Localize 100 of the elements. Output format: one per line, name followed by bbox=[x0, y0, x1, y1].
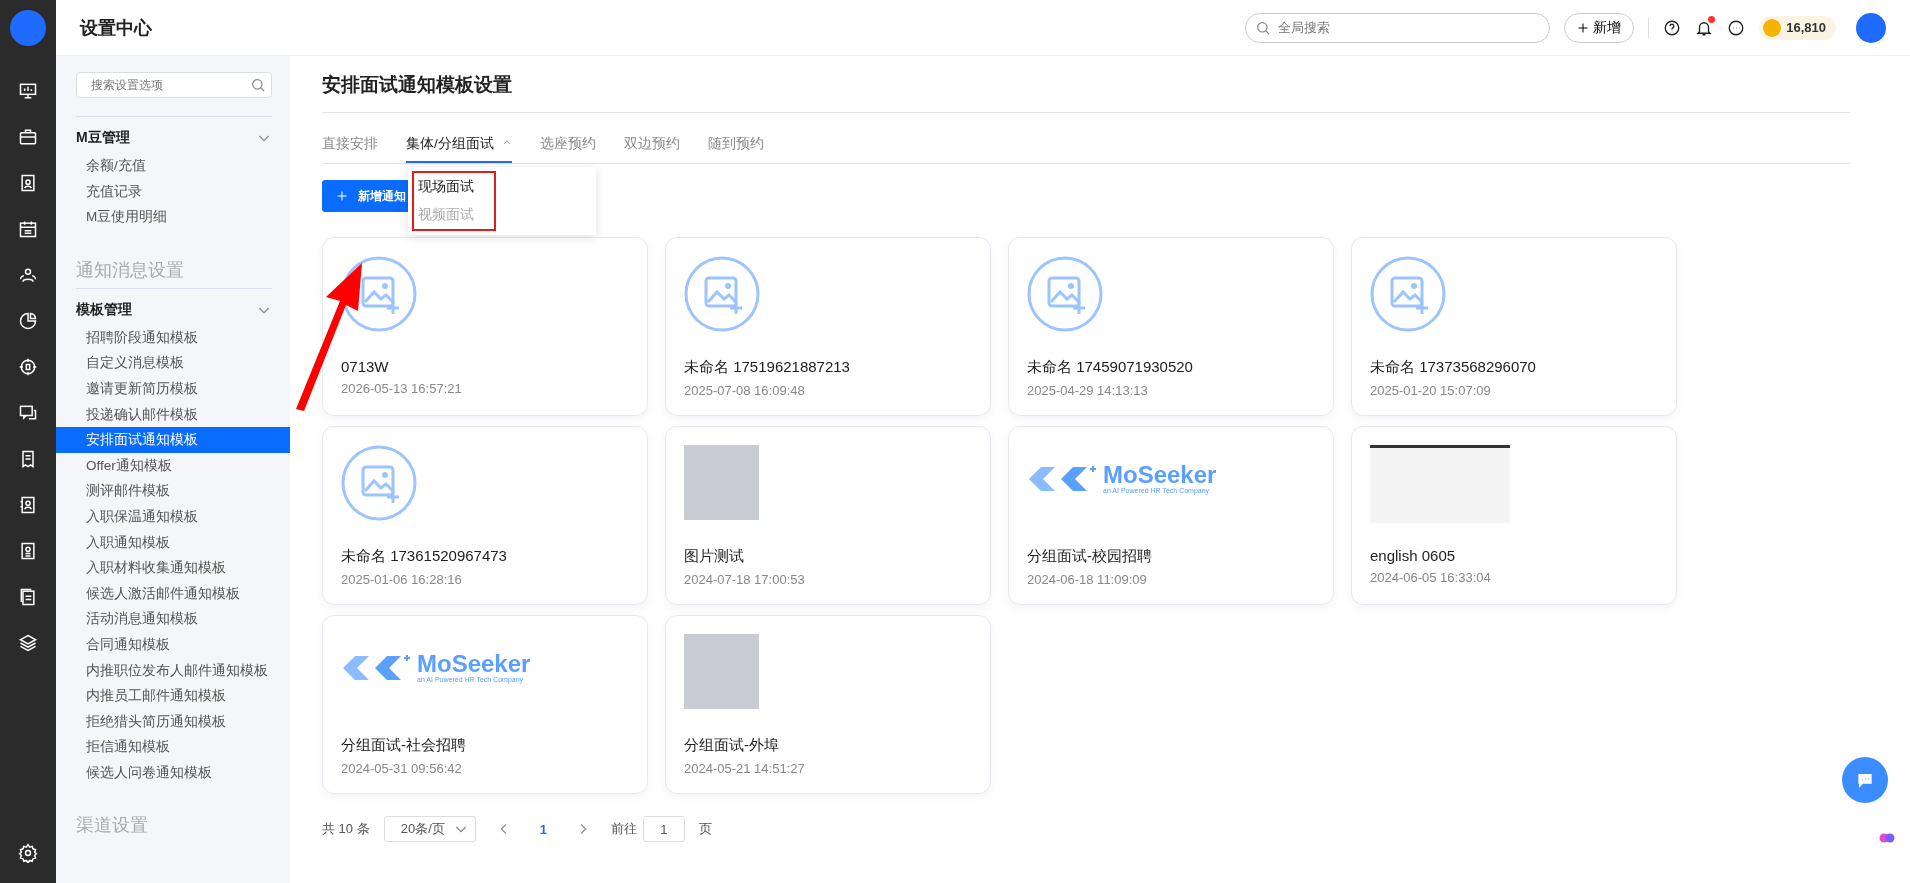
page-size-select[interactable]: 20条/页 bbox=[383, 816, 476, 842]
section-heading: 通知消息设置 bbox=[76, 258, 185, 282]
app-title: 设置中心 bbox=[80, 16, 152, 40]
chat-bubble-icon bbox=[1856, 771, 1874, 789]
more-icon[interactable] bbox=[1727, 18, 1746, 37]
template-date: 2026-05-13 16:57:21 bbox=[341, 381, 463, 396]
sidebar-item[interactable]: 合同通知模板 bbox=[56, 631, 290, 658]
contact-card-icon[interactable] bbox=[18, 495, 38, 515]
sidebar-item[interactable]: 入职通知模板 bbox=[56, 529, 290, 556]
avatar[interactable] bbox=[1856, 12, 1886, 43]
sidebar-item[interactable]: M豆使用明细 bbox=[56, 204, 290, 230]
sidebar-item[interactable]: 内推员工邮件通知模板 bbox=[56, 683, 290, 709]
image-placeholder-icon bbox=[341, 256, 417, 332]
briefcase-icon[interactable] bbox=[18, 127, 38, 147]
template-card[interactable]: english 0605 2024-06-05 16:33:04 bbox=[1351, 426, 1677, 605]
sidebar-item[interactable]: 安排面试通知模板 bbox=[56, 427, 290, 453]
page-number[interactable]: 1 bbox=[531, 821, 555, 837]
logo-text: MoSeeker bbox=[1103, 463, 1217, 487]
logo-text: MoSeeker bbox=[417, 652, 531, 676]
template-name: 未命名 17373568296070 bbox=[1370, 358, 1537, 377]
logo-mark-icon bbox=[1027, 463, 1097, 494]
goto-label: 前往 bbox=[610, 820, 637, 838]
image-placeholder-icon bbox=[1370, 256, 1446, 332]
tab[interactable]: 集体/分组面试 bbox=[406, 129, 512, 163]
total-count: 共 10 条 bbox=[322, 820, 370, 838]
sidebar-item[interactable]: 入职材料收集通知模板 bbox=[56, 555, 290, 581]
template-name: 未命名 17519621887213 bbox=[684, 358, 851, 377]
group-title: M豆管理 bbox=[76, 129, 130, 147]
person-document-icon[interactable] bbox=[18, 173, 38, 193]
document-icon[interactable] bbox=[18, 587, 38, 607]
logo-mark-icon bbox=[341, 652, 411, 683]
template-card[interactable]: 未命名 17459071930520 2025-04-29 14:13:13 bbox=[1008, 237, 1334, 416]
plus-icon bbox=[336, 190, 348, 202]
template-name: 分组面试-外埠 bbox=[684, 736, 780, 755]
template-name: 未命名 17459071930520 bbox=[1027, 358, 1194, 377]
section-heading: 渠道设置 bbox=[76, 814, 149, 838]
help-icon[interactable] bbox=[1663, 18, 1682, 37]
plus-icon bbox=[1577, 21, 1590, 34]
template-card[interactable]: 未命名 17519621887213 2025-07-08 16:09:48 bbox=[665, 237, 991, 416]
target-icon[interactable] bbox=[18, 357, 38, 377]
tab[interactable]: 选座预约 bbox=[539, 129, 596, 163]
template-card[interactable]: 0713W 2026-05-13 16:57:21 bbox=[322, 237, 648, 416]
sidebar-item[interactable]: 自定义消息模板 bbox=[56, 350, 290, 376]
sidebar-item[interactable]: 入职保温通知模板 bbox=[56, 503, 290, 530]
image-placeholder-icon bbox=[684, 256, 760, 332]
template-name: 未命名 17361520967473 bbox=[341, 547, 508, 566]
tab[interactable]: 双边预约 bbox=[623, 129, 680, 163]
calendar-icon[interactable] bbox=[18, 219, 38, 239]
template-name: 0713W bbox=[341, 358, 390, 375]
id-badge-icon[interactable] bbox=[18, 541, 38, 561]
layers-icon[interactable] bbox=[18, 633, 38, 653]
template-name: 分组面试-校园招聘 bbox=[1027, 547, 1153, 566]
template-date: 2025-01-20 15:07:09 bbox=[1370, 383, 1492, 398]
sidebar-item[interactable]: 余额/充值 bbox=[56, 153, 290, 179]
template-date: 2025-04-29 14:13:13 bbox=[1027, 383, 1149, 398]
template-card[interactable]: 图片测试 2024-07-18 17:00:53 bbox=[665, 426, 991, 605]
sidebar-item[interactable]: 候选人激活邮件通知模板 bbox=[56, 580, 290, 607]
template-card[interactable]: 未命名 17373568296070 2025-01-20 15:07:09 bbox=[1351, 237, 1677, 416]
new-button[interactable]: 新增 bbox=[1564, 12, 1635, 43]
sidebar-item[interactable]: 拒信通知模板 bbox=[56, 734, 290, 760]
sidebar-item[interactable]: 内推职位发布人邮件通知模板 bbox=[56, 657, 290, 684]
template-date: 2025-01-06 16:28:16 bbox=[341, 572, 463, 587]
search-icon bbox=[1255, 19, 1272, 36]
sidebar-item[interactable]: 投递确认邮件模板 bbox=[56, 401, 290, 428]
sidebar-item[interactable]: 充值记录 bbox=[56, 178, 290, 205]
template-date: 2024-05-21 14:51:27 bbox=[684, 761, 806, 776]
sidebar-item[interactable]: Offer通知模板 bbox=[56, 452, 290, 479]
template-name: english 0605 bbox=[1370, 547, 1457, 564]
tab[interactable]: 随到预约 bbox=[707, 129, 764, 163]
chat-button[interactable] bbox=[1842, 757, 1888, 803]
sidebar-item[interactable]: 候选人问卷通知模板 bbox=[56, 759, 290, 786]
sidebar-item[interactable]: 招聘阶段通知模板 bbox=[56, 324, 290, 351]
global-search-field[interactable]: 全局搜索 bbox=[1245, 12, 1551, 43]
goto-suffix: 页 bbox=[698, 820, 712, 838]
settings-search-field[interactable]: 搜索设置选项 bbox=[76, 72, 272, 98]
people-icon[interactable] bbox=[18, 265, 38, 285]
sidebar-item[interactable]: 测评邮件模板 bbox=[56, 478, 290, 504]
tab[interactable]: 直接安排 bbox=[322, 129, 378, 163]
template-date: 2024-05-31 09:56:42 bbox=[341, 761, 463, 776]
template-card[interactable]: 未命名 17361520967473 2025-01-06 16:28:16 bbox=[322, 426, 648, 605]
search-icon bbox=[250, 77, 266, 93]
sidebar-item[interactable]: 活动消息通知模板 bbox=[56, 606, 290, 632]
sidebar-item[interactable]: 拒绝猎头简历通知模板 bbox=[56, 708, 290, 735]
settings-icon[interactable] bbox=[18, 843, 38, 863]
coin-balance[interactable]: 16,810 bbox=[1759, 15, 1836, 40]
monitor-icon[interactable] bbox=[18, 81, 38, 101]
template-date: 2024-06-18 11:09:09 bbox=[1027, 572, 1148, 587]
pie-chart-icon[interactable] bbox=[18, 311, 38, 331]
group-title: 模板管理 bbox=[76, 300, 132, 319]
template-card[interactable]: 分组面试-外埠 2024-05-21 14:51:27 bbox=[665, 615, 991, 794]
chat-icon[interactable] bbox=[18, 403, 38, 423]
coin-count: 16,810 bbox=[1786, 20, 1826, 35]
coin-icon bbox=[1763, 18, 1782, 37]
brand-logo[interactable] bbox=[10, 10, 46, 46]
sidebar-item[interactable]: 邀请更新简历模板 bbox=[56, 375, 290, 402]
template-date: 2024-06-05 16:33:04 bbox=[1370, 570, 1492, 585]
template-date: 2024-07-18 17:00:53 bbox=[684, 572, 806, 587]
goto-page-field[interactable]: 1 bbox=[642, 816, 685, 842]
image-placeholder-icon bbox=[341, 445, 417, 521]
page-title: 安排面试通知模板设置 bbox=[322, 56, 1850, 113]
